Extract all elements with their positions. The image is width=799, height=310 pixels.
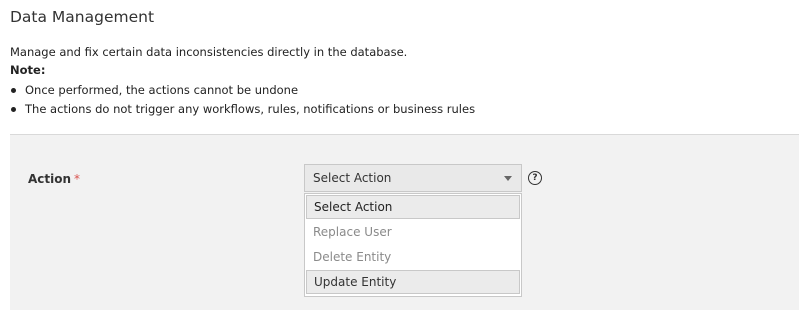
action-dropdown-list: Select Action Replace User Delete Entity… [304, 193, 522, 297]
dropdown-option-select-action[interactable]: Select Action [306, 195, 520, 219]
page-title: Data Management [10, 8, 155, 26]
action-select[interactable]: Select Action [304, 164, 522, 192]
action-field-label: Action * [28, 172, 80, 186]
note-list: Once performed, the actions cannot be un… [10, 81, 475, 119]
dropdown-option-replace-user[interactable]: Replace User [306, 220, 520, 244]
note-item: The actions do not trigger any workflows… [10, 100, 475, 119]
note-text: Once performed, the actions cannot be un… [25, 83, 299, 97]
page-description: Manage and fix certain data inconsistenc… [10, 45, 408, 59]
note-text: The actions do not trigger any workflows… [25, 102, 476, 116]
action-label-text: Action [28, 172, 72, 186]
action-form-panel: Action * Select Action ? Select Action Re… [10, 134, 799, 310]
chevron-down-icon [504, 176, 512, 181]
dropdown-option-update-entity[interactable]: Update Entity [306, 270, 520, 294]
note-label: Note: [10, 63, 46, 77]
dropdown-option-delete-entity[interactable]: Delete Entity [306, 245, 520, 269]
question-circle-icon[interactable]: ? [528, 171, 542, 185]
note-item: Once performed, the actions cannot be un… [10, 81, 475, 100]
bullet-icon [11, 107, 16, 112]
required-mark: * [74, 172, 81, 186]
bullet-icon [11, 88, 16, 93]
action-select-value: Select Action [313, 171, 392, 185]
